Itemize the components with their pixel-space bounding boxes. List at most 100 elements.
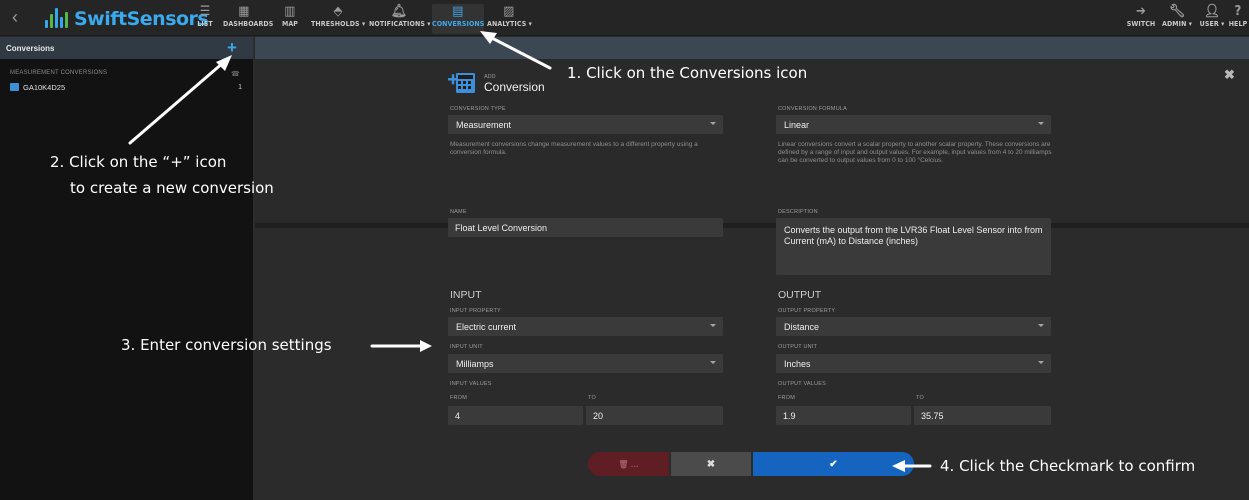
nav-dashboards-label: DASHBOARDS (223, 20, 274, 28)
input-from-value: 4 (455, 410, 461, 421)
input-property-value: Electric current (456, 321, 517, 332)
sidebar: Conversions + MEASUREMENT CONVERSIONS ☎ … (0, 37, 254, 500)
name-input-value: Float Level Conversion (455, 222, 548, 233)
delete-button-label: … (630, 459, 639, 469)
add-conversion-plus-icon[interactable]: + (225, 39, 239, 57)
input-unit-select[interactable]: Milliamps (448, 354, 723, 373)
input-to-value: 20 (593, 410, 604, 421)
description-textarea[interactable]: Converts the output from the LVR36 Float… (776, 218, 1051, 275)
output-values-label: OUTPUT VALUES (778, 381, 826, 387)
conversion-type-select[interactable]: Measurement (448, 115, 723, 134)
output-unit-value: Inches (784, 358, 811, 369)
conversion-type-label: CONVERSION TYPE (450, 106, 506, 112)
input-property-select[interactable]: Electric current (448, 317, 723, 336)
name-label: NAME (450, 209, 467, 215)
output-unit-label: OUTPUT UNIT (778, 344, 818, 350)
thresholds-icon: ⬘ (333, 4, 343, 19)
confirm-button[interactable]: ✔ (753, 452, 914, 476)
nav-conversions[interactable]: ▤ CONVERSIONS (432, 4, 484, 34)
input-property-label: INPUT PROPERTY (450, 308, 501, 314)
output-to-field[interactable]: 35.75 (914, 406, 1051, 425)
nav-list[interactable]: ☰ LIST (194, 4, 216, 34)
calculator-icon (10, 83, 19, 91)
user-icon: 👤︎ (1203, 4, 1221, 19)
nav-admin-label: ADMIN ▾ (1161, 20, 1193, 28)
calculator-add-icon (448, 73, 475, 93)
nav-list-label: LIST (197, 20, 213, 28)
chart-icon: ▨ (503, 4, 515, 19)
close-icon[interactable]: ✖ (1224, 67, 1235, 83)
help-icon: ? (1234, 4, 1242, 19)
map-icon: ▥ (284, 4, 296, 19)
nav-analytics-label: ANALYTICS ▾ (487, 20, 532, 28)
delete-button[interactable]: 🗑︎ … (588, 452, 669, 476)
nav-thresholds-label: THRESHOLDS ▾ (311, 20, 366, 28)
chevron-down-icon (710, 324, 716, 327)
nav-help-label: HELP (1228, 20, 1248, 28)
annotation-step1: 1. Click on the Conversions icon (567, 64, 808, 82)
annotation-step2-line1: 2. Click on the “+” icon (50, 153, 227, 171)
output-unit-select[interactable]: Inches (776, 354, 1051, 373)
nav-switch-label: SWITCH (1126, 20, 1156, 28)
nav-map[interactable]: ▥ MAP (279, 4, 301, 34)
trash-icon: 🗑︎ (618, 459, 629, 469)
close-icon: ✖ (706, 458, 716, 470)
nav-user-label: USER ▾ (1199, 20, 1225, 28)
annotation-step2-line2: to create a new conversion (70, 179, 274, 197)
chevron-down-icon (1038, 324, 1044, 327)
nav-notifications[interactable]: 🔔︎ NOTIFICATIONS ▾ (369, 4, 431, 34)
sidebar-item-label: GA10K4D25 (23, 82, 66, 92)
input-to-label: TO (588, 395, 596, 401)
output-property-select[interactable]: Distance (776, 317, 1051, 336)
output-from-label: FROM (778, 395, 795, 401)
nav-map-label: MAP (281, 20, 299, 28)
input-section-title: INPUT (450, 289, 482, 301)
description-label: DESCRIPTION (778, 209, 818, 215)
swiftsensors-logo[interactable]: SwiftSensors (42, 7, 209, 31)
section-options-icon[interactable]: ☎ (231, 70, 240, 78)
output-property-value: Distance (784, 321, 820, 332)
nav-admin[interactable]: 🔧︎ ADMIN ▾ (1160, 4, 1194, 34)
back-chevron-icon[interactable]: ‹ (12, 7, 18, 28)
output-section-title: OUTPUT (778, 289, 822, 301)
input-from-label: FROM (450, 395, 467, 401)
nav-notifications-label: NOTIFICATIONS ▾ (369, 20, 431, 28)
nav-analytics[interactable]: ▨ ANALYTICS ▾ (487, 4, 532, 34)
nav-dashboards[interactable]: ▦ DASHBOARDS (223, 4, 273, 34)
chevron-down-icon (1038, 361, 1044, 364)
input-from-field[interactable]: 4 (448, 406, 583, 425)
output-to-value: 35.75 (921, 410, 944, 421)
sidebar-title: Conversions (6, 43, 55, 53)
top-navigation: ‹ SwiftSensors ☰ LIST ▦ DASHBOARDS ▥ MAP… (0, 0, 1249, 36)
annotation-step3: 3. Enter conversion settings (121, 336, 332, 354)
output-from-field[interactable]: 1.9 (776, 406, 911, 425)
sidebar-item-count: 1 (238, 83, 242, 91)
conversion-formula-value: Linear (784, 119, 810, 130)
form-title: Conversion (484, 80, 545, 94)
name-input[interactable]: Float Level Conversion (448, 218, 723, 237)
list-icon: ☰ (199, 4, 211, 19)
nav-help[interactable]: ? HELP (1228, 4, 1248, 34)
cancel-button[interactable]: ✖ (671, 452, 751, 476)
output-to-label: TO (916, 395, 924, 401)
conversion-formula-select[interactable]: Linear (776, 115, 1051, 134)
description-value: Converts the output from the LVR36 Float… (784, 225, 1043, 246)
arrow-right-icon: ➔ (1136, 4, 1146, 19)
annotation-step4: 4. Click the Checkmark to confirm (940, 457, 1196, 475)
sidebar-item-conversion[interactable]: GA10K4D25 1 (10, 81, 242, 93)
sidebar-section-title: MEASUREMENT CONVERSIONS (10, 70, 108, 76)
conversion-type-value: Measurement (456, 119, 512, 130)
nav-user[interactable]: 👤︎ USER ▾ (1197, 4, 1227, 34)
nav-switch[interactable]: ➔ SWITCH (1126, 4, 1156, 34)
bell-icon: 🔔︎ (390, 4, 408, 19)
main-header-strip (255, 37, 1249, 59)
nav-thresholds[interactable]: ⬘ THRESHOLDS ▾ (311, 4, 365, 34)
conversion-type-panel (255, 59, 1249, 224)
chevron-down-icon (1038, 122, 1044, 125)
input-to-field[interactable]: 20 (586, 406, 723, 425)
conversion-formula-label: CONVERSION FORMULA (778, 106, 847, 112)
input-unit-value: Milliamps (456, 358, 494, 369)
main-panel: ✖ ADD Conversion CONVERSION TYPE Measure… (255, 37, 1249, 500)
output-from-value: 1.9 (783, 410, 796, 421)
logo-bars-icon (42, 8, 72, 30)
